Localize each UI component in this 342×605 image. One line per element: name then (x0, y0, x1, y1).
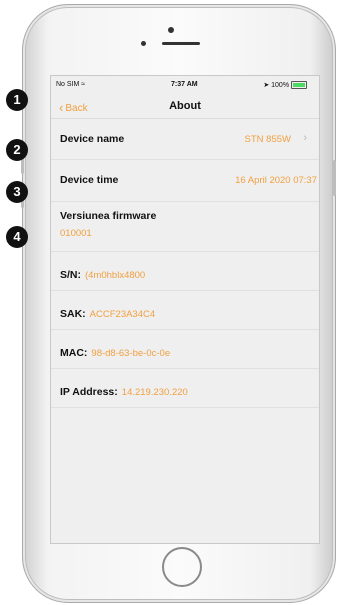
firmware-value: 010001 (60, 228, 92, 239)
location-arrow-icon: ➤ (263, 82, 270, 89)
front-camera (168, 27, 174, 33)
sak-value: ACCF23A34C4 (89, 309, 156, 320)
ip-value: 14.219.230.220 (121, 387, 188, 398)
sak-label: SAK: (60, 308, 86, 320)
power-button (333, 160, 336, 196)
about-list: Device name STN 855W › Device time 16 Ap… (51, 119, 319, 543)
firmware-label: Versiunea firmware (60, 210, 157, 222)
device-name-value: STN 855W (244, 134, 291, 145)
battery-icon (291, 81, 307, 90)
callout-badge-4: 4 (6, 226, 28, 248)
navigation-bar: ‹ Back About (51, 94, 319, 119)
callout-badge-2: 2 (6, 139, 28, 161)
row-sak: SAK: ACCF23A34C4 (51, 291, 319, 330)
row-device-name[interactable]: Device name STN 855W › (51, 119, 319, 160)
serial-label: S/N: (60, 269, 81, 281)
row-firmware: Versiunea firmware 010001 (51, 202, 319, 252)
mac-label: MAC: (60, 347, 88, 359)
page-title: About (169, 100, 201, 112)
row-serial: S/N: (4m0hblx4800 (51, 252, 319, 291)
device-time-value: 16 April 2020 07:37 (235, 175, 317, 186)
row-ip-address: IP Address: 14.219.230.220 (51, 369, 319, 408)
callout-badge-3: 3 (6, 181, 28, 203)
serial-value: (4m0hblx4800 (85, 270, 146, 281)
device-time-label: Device time (60, 174, 119, 186)
status-time: 7:37 AM (171, 81, 198, 88)
status-carrier: No SIM ≈ (56, 81, 85, 88)
row-mac: MAC: 98-d8-63-be-0c-0e (51, 330, 319, 369)
home-button[interactable] (162, 547, 202, 587)
wifi-icon: ≈ (81, 81, 86, 88)
device-name-label: Device name (60, 133, 125, 145)
row-device-time: Device time 16 April 2020 07:37 (51, 160, 319, 202)
mac-value: 98-d8-63-be-0c-0e (91, 348, 171, 359)
ip-label: IP Address: (60, 386, 118, 398)
earpiece-speaker (162, 42, 200, 45)
chevron-right-icon: › (303, 132, 307, 144)
status-right: ➤ 100% (263, 81, 307, 90)
carrier-label: No SIM (56, 81, 80, 88)
proximity-sensor (141, 41, 146, 46)
callout-badge-1: 1 (6, 89, 28, 111)
phone-screen: No SIM ≈ 7:37 AM ➤ 100% ‹ Back About Devi… (50, 75, 320, 544)
status-bar: No SIM ≈ 7:37 AM ➤ 100% (51, 81, 319, 93)
battery-percent: 100% (271, 82, 290, 89)
